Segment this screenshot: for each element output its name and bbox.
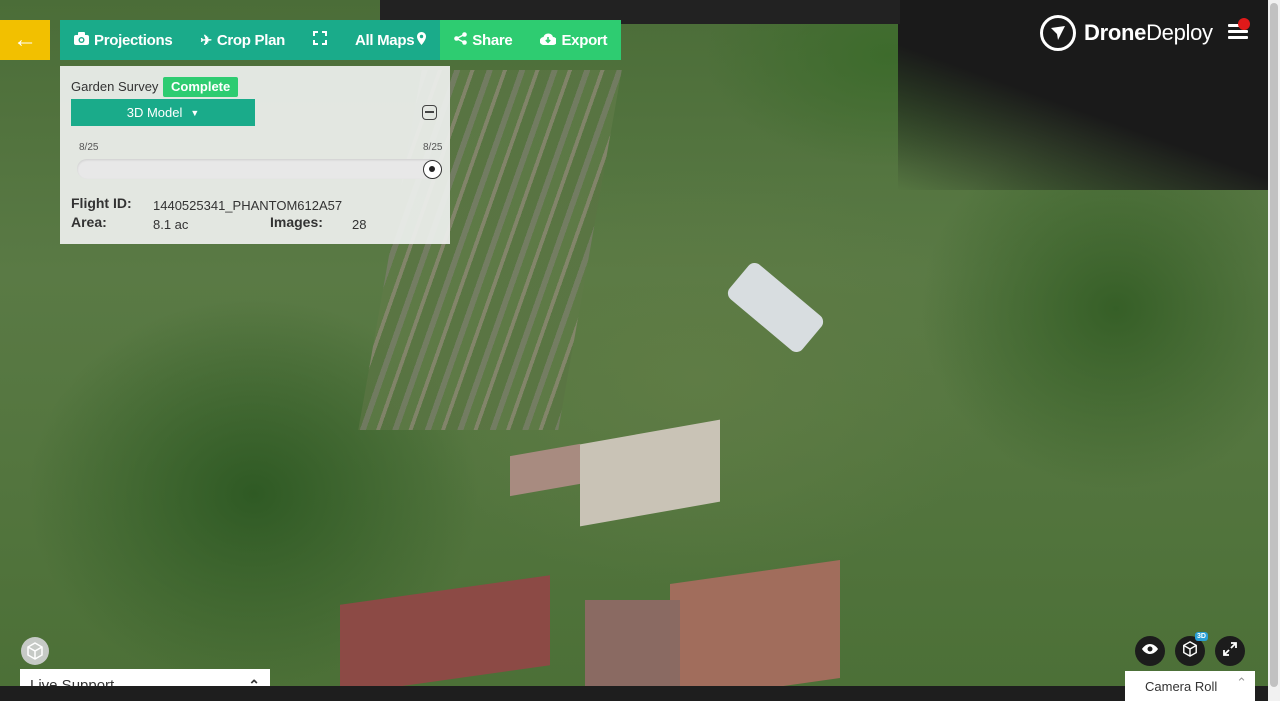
survey-name: Garden Survey [71, 79, 159, 94]
caret-down-icon: ▼ [190, 107, 200, 118]
share-label: Share [472, 31, 513, 49]
share-export-group: Share Export [440, 20, 622, 60]
map-marker-icon [417, 32, 427, 48]
timeline-slider[interactable] [77, 159, 441, 179]
shed-roof [510, 443, 580, 497]
images-label: Images: [270, 214, 323, 230]
barn-roof [670, 560, 840, 686]
barn-roof [340, 575, 550, 686]
cloud-download-icon [540, 32, 558, 48]
camera-icon [74, 32, 89, 48]
camera-roll-button[interactable]: Camera Roll ⌃ [1125, 671, 1255, 701]
flight-id-label: Flight ID: [71, 195, 132, 211]
greenhouse [724, 259, 827, 356]
model-type-dropdown[interactable]: 3D Model ▼ [71, 99, 255, 126]
toolbar-group: Projections ✈ Crop Plan All Maps [60, 20, 441, 60]
flight-id-value: 1440525341_PHANTOM612A57 [153, 198, 343, 213]
images-value: 28 [352, 217, 367, 232]
brand-name: DroneDeploy [1084, 20, 1213, 46]
projections-button[interactable]: Projections [60, 20, 186, 60]
share-button[interactable]: Share [440, 20, 526, 60]
projections-label: Projections [94, 31, 173, 49]
brand-light: Deploy [1146, 20, 1213, 45]
shed-roof [585, 600, 680, 686]
bottom-bar [0, 686, 1268, 701]
dronedeploy-logo: DroneDeploy [1040, 15, 1213, 51]
barn-roof [580, 419, 720, 527]
export-button[interactable]: Export [526, 20, 621, 60]
visibility-button[interactable] [1135, 636, 1165, 666]
cube-icon [1182, 640, 1198, 662]
timeline-slider-handle[interactable] [423, 160, 442, 179]
arrow-left-icon: ← [13, 26, 37, 53]
status-badge: Complete [163, 77, 239, 97]
notification-dot [1238, 18, 1250, 30]
export-label: Export [561, 31, 608, 49]
all-maps-button[interactable]: All Maps [341, 20, 440, 60]
view-cube-icon[interactable] [21, 637, 49, 665]
3d-badge: 3D [1195, 632, 1208, 641]
plane-icon: ✈ [200, 31, 212, 48]
model-type-label: 3D Model [126, 105, 183, 120]
timeline-end-date: 8/25 [423, 142, 443, 153]
top-toolbar: Projections ✈ Crop Plan All Maps Share E… [60, 20, 622, 60]
logo-icon [1040, 15, 1076, 51]
back-button[interactable]: ← [0, 20, 50, 60]
area-value: 8.1 ac [153, 217, 189, 232]
crop-plan-label: Crop Plan [216, 31, 285, 49]
timeline-start-date: 8/25 [79, 142, 99, 153]
area-label: Area: [71, 214, 107, 230]
share-icon [454, 32, 468, 48]
double-chevron-up-icon: ⌃ [1236, 675, 1247, 690]
scrollbar-thumb[interactable] [1270, 3, 1278, 687]
map-info-panel: Garden Survey Complete 3D Model ▼ 8/25 8… [60, 66, 450, 244]
expand-view-button[interactable] [1215, 636, 1245, 666]
all-maps-label: All Maps [354, 31, 415, 49]
expand-icon [312, 31, 327, 49]
brand-bold: Drone [1084, 20, 1147, 45]
fullscreen-button[interactable] [299, 20, 341, 60]
crop-plan-button[interactable]: ✈ Crop Plan [186, 20, 299, 60]
eye-icon [1141, 642, 1159, 660]
expand-arrows-icon [1223, 641, 1237, 661]
camera-roll-label: Camera Roll [1145, 678, 1218, 694]
collapse-panel-icon[interactable] [422, 105, 437, 120]
